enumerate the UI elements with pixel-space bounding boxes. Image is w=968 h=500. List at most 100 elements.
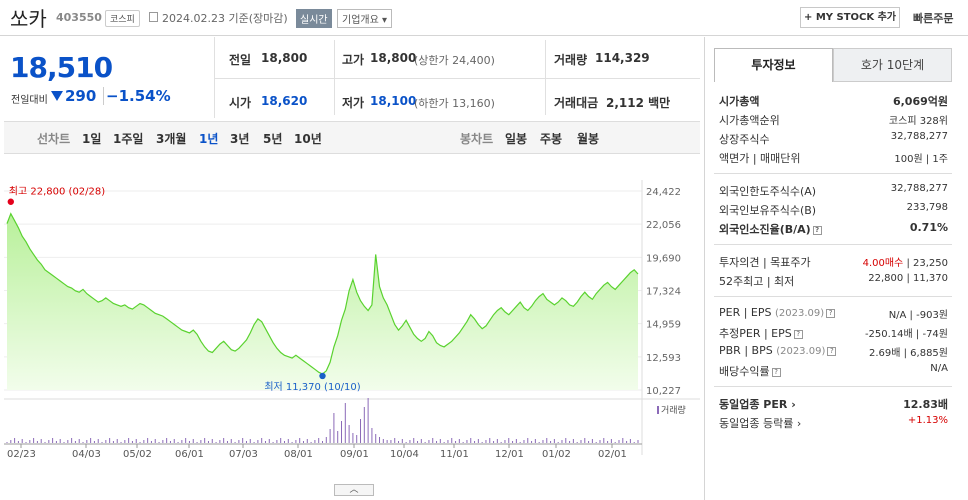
volume-bar (253, 442, 255, 443)
tab-1y[interactable]: 1년 (199, 130, 218, 147)
volume-bar (485, 440, 487, 443)
volume-bar (242, 438, 244, 443)
tab-3m[interactable]: 3개월 (156, 130, 186, 147)
quick-order-button[interactable]: 빠른주문 (913, 10, 953, 26)
add-mystock-button[interactable]: + MY STOCK 추가 (800, 7, 900, 28)
volume-bar (302, 441, 304, 443)
volume-legend: 거래량 (661, 404, 686, 416)
volume-bar (546, 438, 548, 443)
x-tick-label: 06/01 (175, 449, 204, 460)
volume-bar (63, 442, 65, 443)
industry-change-label[interactable]: 동일업종 등락률 › (719, 415, 801, 431)
price-chart[interactable]: 24,422 22,056 19,690 17,324 14,959 12,593 10,2… (4, 155, 700, 485)
volume-bar (14, 438, 16, 443)
volume-bar (257, 440, 259, 443)
volume-bar (626, 441, 628, 443)
volume-bar (6, 442, 8, 443)
industry-per-label[interactable]: 동일업종 PER › (719, 396, 796, 412)
divider (214, 78, 700, 79)
company-overview-dropdown[interactable]: 기업개요 ▾ (337, 9, 392, 28)
price-change: 290 (65, 87, 97, 105)
volume-bar (531, 441, 533, 443)
volume-bar (82, 442, 84, 443)
volume-bar (580, 440, 582, 443)
volume-bar (629, 439, 631, 443)
volume-bar (386, 440, 388, 443)
volume-bar (542, 440, 544, 443)
volume-bar (280, 438, 282, 443)
volume-bar (633, 442, 635, 443)
help-icon[interactable]: ? (827, 346, 837, 356)
volume-bar (74, 441, 76, 443)
volume-bar (379, 437, 381, 443)
volume-bar (523, 440, 525, 443)
volume-bar (500, 442, 502, 443)
realtime-badge[interactable]: 실시간 (296, 9, 332, 28)
upper-limit: (상한가 24,400) (414, 54, 495, 67)
line-chart-label: 선차트 (37, 132, 71, 146)
help-icon[interactable]: ? (793, 329, 803, 339)
volume-bar (48, 440, 50, 443)
tab-weekly[interactable]: 주봉 (540, 130, 562, 147)
tab-1d[interactable]: 1일 (82, 130, 101, 147)
volume-bar (207, 441, 209, 443)
market-cap-value: 6,069억원 (892, 95, 948, 108)
candle-chart-label: 봉차트 (460, 132, 494, 146)
volume-bar (458, 439, 460, 443)
volume-bar (29, 440, 31, 443)
tab-orderbook[interactable]: 호가 10단계 (833, 48, 952, 82)
volume-bar (371, 428, 373, 443)
foreign-limit-label: 외국인한도주식수(A) (719, 185, 817, 198)
volume-bar (287, 439, 289, 443)
tab-5y[interactable]: 5년 (263, 130, 282, 147)
help-icon[interactable]: ? (826, 308, 836, 318)
volume-bar (120, 442, 122, 443)
calendar-icon (149, 12, 158, 22)
volume-bar (40, 439, 42, 443)
volume-bar (557, 442, 559, 443)
volume-bar (86, 440, 88, 443)
tab-1w[interactable]: 1주일 (113, 130, 143, 147)
tab-3y[interactable]: 3년 (230, 130, 249, 147)
volume-value: 114,329 (595, 51, 650, 65)
volume-bar (550, 441, 552, 443)
x-tick-label: 09/01 (340, 449, 369, 460)
volume-bar (553, 439, 555, 443)
pbr-value: 2.69배 | 6,885원 (868, 348, 948, 359)
industry-change-value: +1.13% (907, 415, 948, 426)
change-label: 전일대비 (11, 95, 48, 106)
volume-bar (211, 439, 213, 443)
tab-investment-info[interactable]: 투자정보 (714, 48, 833, 82)
high-value: 18,800 (370, 51, 417, 65)
price-change-percent: −1.54% (103, 87, 171, 105)
foreign-limit-value: 32,788,277 (890, 183, 948, 194)
volume-bar (565, 438, 567, 443)
volume-bar (55, 441, 57, 443)
volume-bar (219, 440, 221, 443)
volume-bar (382, 439, 384, 443)
volume-bar (561, 440, 563, 443)
tab-monthly[interactable]: 월봉 (577, 130, 599, 147)
market-cap-label: 시가총액 (719, 95, 760, 108)
volume-bar (439, 439, 441, 443)
volume-bar (185, 438, 187, 443)
collapse-handle[interactable]: ︿ (334, 484, 374, 496)
volume-bar (128, 438, 130, 443)
prev-close-value: 18,800 (261, 51, 308, 65)
volume-bar (283, 441, 285, 443)
help-icon[interactable]: ? (771, 367, 781, 377)
tab-10y[interactable]: 10년 (294, 130, 322, 147)
volume-bar (322, 441, 323, 443)
volume-bar (44, 442, 46, 443)
pbr-label: PBR | BPS (2023.09)? (719, 344, 837, 357)
tab-daily[interactable]: 일봉 (505, 130, 527, 147)
volume-bar (226, 441, 228, 443)
volume-bar (637, 440, 639, 443)
volume-bar (230, 439, 232, 443)
volume-bar (534, 439, 536, 443)
volume-bar (599, 440, 601, 443)
help-icon[interactable]: ? (812, 225, 822, 235)
volume-bar (299, 438, 301, 443)
volume-bar (196, 442, 198, 443)
volume-bar (158, 442, 160, 443)
